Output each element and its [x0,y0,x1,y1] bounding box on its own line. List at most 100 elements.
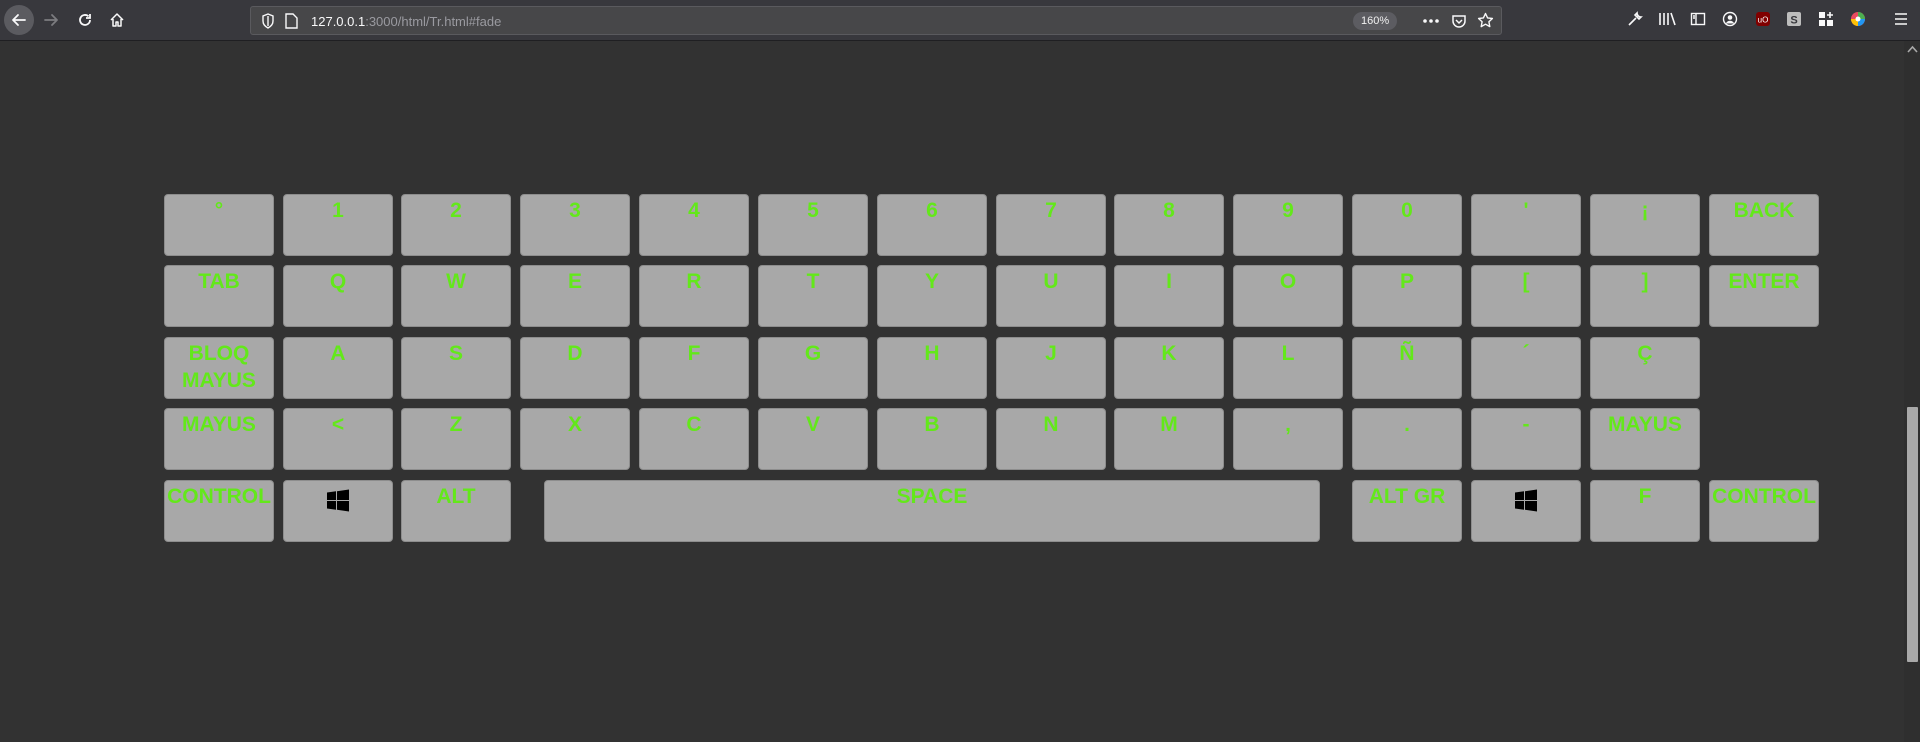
account-icon[interactable] [1722,11,1738,27]
key-y[interactable]: Y [877,265,987,327]
key-minus[interactable]: - [1471,408,1581,470]
ublock-origin-icon[interactable]: uO [1755,11,1771,27]
key-n-tilde[interactable]: Ñ [1352,337,1462,399]
grid-extension-icon[interactable] [1818,11,1834,27]
key-enter[interactable]: ENTER [1709,265,1819,327]
back-button[interactable] [4,5,34,35]
color-wheel-icon[interactable] [1850,11,1866,27]
hamburger-menu-icon[interactable] [1893,11,1909,27]
key-label: - [1522,413,1530,436]
key-9[interactable]: 9 [1233,194,1343,256]
key-degree[interactable]: ° [164,194,274,256]
svg-text:S: S [1790,15,1797,27]
url-text[interactable]: 127.0.0.1:3000/html/Tr.html#fade [311,14,501,29]
key-label: 4 [688,199,700,222]
scrollbar-thumb[interactable] [1907,407,1918,662]
key-period[interactable]: . [1352,408,1462,470]
key-label: TAB [198,270,240,293]
key-control[interactable]: CONTROL [164,480,274,542]
key-label: R [686,270,702,293]
key-l[interactable]: L [1233,337,1343,399]
key-z[interactable]: Z [401,408,511,470]
key-s[interactable]: S [401,337,511,399]
key-label: CONTROL [1712,485,1816,508]
key-e[interactable]: E [520,265,630,327]
key-x[interactable]: X [520,408,630,470]
key-acute[interactable]: ´ [1471,337,1581,399]
key-label: A [330,342,346,365]
key-8[interactable]: 8 [1114,194,1224,256]
key-a[interactable]: A [283,337,393,399]
key-f[interactable]: F [1590,480,1700,542]
bookmark-star-icon[interactable] [1477,12,1494,29]
pocket-icon[interactable] [1451,13,1467,29]
key-apostrophe[interactable]: ' [1471,194,1581,256]
key-mayus[interactable]: MAYUS [164,408,274,470]
key-6[interactable]: 6 [877,194,987,256]
key-r[interactable]: R [639,265,749,327]
key-comma[interactable]: , [1233,408,1343,470]
page-icon[interactable] [285,13,298,29]
key-j[interactable]: J [996,337,1106,399]
key-b[interactable]: B [877,408,987,470]
key-tab[interactable]: TAB [164,265,274,327]
sidebar-icon[interactable] [1690,11,1706,27]
key-label: V [805,413,820,436]
key-alt[interactable]: ALT [401,480,511,542]
wrench-icon[interactable] [1627,11,1643,27]
key-h[interactable]: H [877,337,987,399]
forward-button[interactable] [36,5,66,35]
key-v[interactable]: V [758,408,868,470]
key-label: CONTROL [167,485,271,508]
key-label: Ñ [1399,342,1415,365]
key-mayus[interactable]: MAYUS [1590,408,1700,470]
key-g[interactable]: G [758,337,868,399]
key-w[interactable]: W [401,265,511,327]
url-path: :3000/html/Tr.html#fade [365,14,502,29]
key-3[interactable]: 3 [520,194,630,256]
key-i[interactable]: I [1114,265,1224,327]
key-control[interactable]: CONTROL [1709,480,1819,542]
key-2[interactable]: 2 [401,194,511,256]
key-f[interactable]: F [639,337,749,399]
key-m[interactable]: M [1114,408,1224,470]
key-4[interactable]: 4 [639,194,749,256]
key-p[interactable]: P [1352,265,1462,327]
key-label: MAYUS [182,413,256,436]
key-c-cedilla[interactable]: Ç [1590,337,1700,399]
key-left-bracket[interactable]: [ [1471,265,1581,327]
zoom-level-badge[interactable]: 160% [1353,12,1398,30]
key-5[interactable]: 5 [758,194,868,256]
home-button[interactable] [102,5,132,35]
key-k[interactable]: K [1114,337,1224,399]
more-actions-icon[interactable] [1423,19,1439,23]
library-icon[interactable] [1658,11,1676,27]
key-q[interactable]: Q [283,265,393,327]
reload-button[interactable] [70,5,100,35]
key-less-than[interactable]: < [283,408,393,470]
key-label: F [687,342,701,365]
url-bar[interactable]: 127.0.0.1:3000/html/Tr.html#fade 160% [250,6,1502,35]
key-windows[interactable] [283,480,393,542]
shield-icon[interactable] [261,13,275,29]
key-o[interactable]: O [1233,265,1343,327]
key-d[interactable]: D [520,337,630,399]
scroll-up-arrow-icon[interactable] [1907,45,1918,53]
key-alt-gr[interactable]: ALT GR [1352,480,1462,542]
key-c[interactable]: C [639,408,749,470]
key-bloq-mayus[interactable]: BLOQ MAYUS [164,337,274,399]
key-back[interactable]: BACK [1709,194,1819,256]
key-t[interactable]: T [758,265,868,327]
key-u[interactable]: U [996,265,1106,327]
key-label: H [924,342,940,365]
key-label: 2 [450,199,462,222]
key-right-bracket[interactable]: ] [1590,265,1700,327]
key-0[interactable]: 0 [1352,194,1462,256]
key-1[interactable]: 1 [283,194,393,256]
key-windows[interactable] [1471,480,1581,542]
key-n[interactable]: N [996,408,1106,470]
s-extension-icon[interactable]: S [1786,11,1802,27]
key-space[interactable]: SPACE [544,480,1320,542]
key-inverted-exclamation[interactable]: ¡ [1590,194,1700,256]
key-7[interactable]: 7 [996,194,1106,256]
